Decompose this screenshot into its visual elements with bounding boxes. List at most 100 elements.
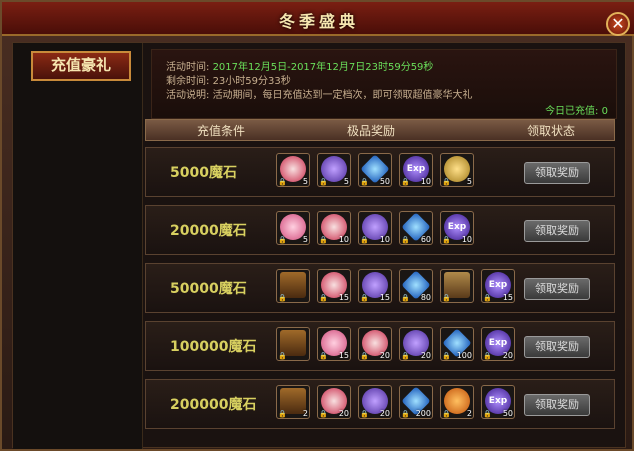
reward-item[interactable]: 🔒 50 (358, 153, 392, 187)
reward-item[interactable]: 🔒 10 (317, 211, 351, 245)
item-count: 20 (338, 409, 349, 418)
table-row: 50000魔石 🔒 🔒 15 🔒 15 🔒 80 🔒 Exp 🔒 15 领取奖励 (145, 263, 615, 313)
reward-item[interactable]: 🔒 200 (399, 385, 433, 419)
reward-item[interactable]: 🔒 20 (399, 327, 433, 361)
reward-item[interactable]: 🔒 20 (358, 385, 392, 419)
claim-reward-button[interactable]: 领取奖励 (524, 394, 590, 416)
item-count: 15 (502, 293, 513, 302)
lock-icon: 🔒 (278, 410, 287, 418)
lock-icon: 🔒 (319, 352, 328, 360)
lock-icon: 🔒 (319, 410, 328, 418)
lock-icon: 🔒 (360, 410, 369, 418)
today-recharged: 今日已充值: 0 (545, 106, 608, 117)
item-count: 10 (420, 177, 431, 186)
lock-icon: 🔒 (278, 352, 287, 360)
content-panel: 充值豪礼 活动时间: 2017年12月5日-2017年12月7日23时59分59… (12, 42, 627, 449)
lock-icon: 🔒 (401, 294, 410, 302)
item-count: 15 (338, 351, 349, 360)
reward-item[interactable]: Exp 🔒 10 (399, 153, 433, 187)
table-header: 充值条件 极品奖励 领取状态 (145, 119, 615, 141)
reward-item[interactable]: 🔒 5 (276, 211, 310, 245)
sidebar: 充值豪礼 (13, 43, 143, 449)
tab-recharge-gift[interactable]: 充值豪礼 (31, 51, 131, 81)
reward-item[interactable]: 🔒 15 (358, 269, 392, 303)
window-title: 冬季盛典 (278, 12, 359, 31)
reward-item[interactable]: 🔒 15 (317, 327, 351, 361)
item-count: 2 (302, 409, 308, 418)
recharge-condition: 20000魔石 (170, 223, 247, 239)
reward-item[interactable]: Exp 🔒 10 (440, 211, 474, 245)
item-count: 100 (456, 351, 472, 360)
claim-reward-button[interactable]: 领取奖励 (524, 278, 590, 300)
item-count: 80 (420, 293, 431, 302)
remaining-time: 剩余时间: 23小时59分33秒 (166, 76, 291, 87)
item-count: 15 (338, 293, 349, 302)
lock-icon: 🔒 (442, 410, 451, 418)
reward-item[interactable]: 🔒 100 (440, 327, 474, 361)
table-row: 5000魔石 🔒 5 🔒 5 🔒 50 Exp 🔒 10 🔒 5 领取奖励 (145, 147, 615, 197)
reward-item[interactable]: 🔒 15 (317, 269, 351, 303)
item-count: 50 (379, 177, 390, 186)
item-count: 20 (502, 351, 513, 360)
reward-item[interactable]: 🔒 2 (440, 385, 474, 419)
recharge-condition: 5000魔石 (170, 165, 237, 181)
lock-icon: 🔒 (319, 236, 328, 244)
lock-icon: 🔒 (442, 236, 451, 244)
recharge-condition: 200000魔石 (170, 397, 257, 413)
lock-icon: 🔒 (442, 178, 451, 186)
reward-item[interactable]: 🔒 (276, 269, 310, 303)
lock-icon: 🔒 (483, 410, 492, 418)
reward-item[interactable]: 🔒 5 (440, 153, 474, 187)
item-count: 15 (379, 293, 390, 302)
item-count: 2 (466, 409, 472, 418)
reward-item[interactable]: 🔒 2 (276, 385, 310, 419)
item-count: 20 (379, 409, 390, 418)
main-panel: 活动时间: 2017年12月5日-2017年12月7日23时59分59秒 剩余时… (145, 43, 627, 449)
lock-icon: 🔒 (319, 178, 328, 186)
item-count: 5 (466, 177, 472, 186)
reward-item[interactable]: 🔒 20 (358, 327, 392, 361)
claim-reward-button[interactable]: 领取奖励 (524, 162, 590, 184)
title-bar: 冬季盛典 ✕ (2, 2, 634, 36)
reward-item[interactable]: 🔒 80 (399, 269, 433, 303)
item-count: 50 (502, 409, 513, 418)
header-condition: 充值条件 (196, 124, 245, 138)
event-window: 冬季盛典 ✕ 充值豪礼 活动时间: 2017年12月5日-2017年12月7日2… (0, 0, 634, 451)
reward-item[interactable]: 🔒 (440, 269, 474, 303)
lock-icon: 🔒 (278, 178, 287, 186)
lock-icon: 🔒 (442, 352, 451, 360)
table-row: 200000魔石 🔒 2 🔒 20 🔒 20 🔒 200 🔒 2 Exp 🔒 50 领取奖励 (145, 379, 615, 429)
item-count: 20 (379, 351, 390, 360)
reward-item[interactable]: 🔒 60 (399, 211, 433, 245)
lock-icon: 🔒 (319, 294, 328, 302)
item-count: 60 (420, 235, 431, 244)
item-count: 10 (379, 235, 390, 244)
reward-item[interactable]: 🔒 5 (317, 153, 351, 187)
reward-item[interactable]: 🔒 (276, 327, 310, 361)
reward-item[interactable]: Exp 🔒 50 (481, 385, 515, 419)
table-row: 100000魔石 🔒 🔒 15 🔒 20 🔒 20 🔒 100 Exp 🔒 20 领取奖励 (145, 321, 615, 371)
claim-reward-button[interactable]: 领取奖励 (524, 336, 590, 358)
reward-item[interactable]: 🔒 10 (358, 211, 392, 245)
recharge-condition: 50000魔石 (170, 281, 247, 297)
event-info: 活动时间: 2017年12月5日-2017年12月7日23时59分59秒 剩余时… (151, 49, 617, 119)
lock-icon: 🔒 (401, 236, 410, 244)
header-status: 领取状态 (526, 124, 575, 138)
reward-item[interactable]: 🔒 20 (317, 385, 351, 419)
lock-icon: 🔒 (401, 410, 410, 418)
lock-icon: 🔒 (483, 294, 492, 302)
claim-reward-button[interactable]: 领取奖励 (524, 220, 590, 242)
item-count: 5 (302, 235, 308, 244)
lock-icon: 🔒 (278, 236, 287, 244)
lock-icon: 🔒 (401, 178, 410, 186)
table-row: 20000魔石 🔒 5 🔒 10 🔒 10 🔒 60 Exp 🔒 10 领取奖励 (145, 205, 615, 255)
reward-item[interactable]: 🔒 5 (276, 153, 310, 187)
header-rewards: 极品奖励 (346, 124, 395, 138)
lock-icon: 🔒 (442, 294, 451, 302)
lock-icon: 🔒 (483, 352, 492, 360)
close-button[interactable]: ✕ (606, 12, 630, 36)
reward-item[interactable]: Exp 🔒 15 (481, 269, 515, 303)
recharge-condition: 100000魔石 (170, 339, 257, 355)
lock-icon: 🔒 (360, 236, 369, 244)
reward-item[interactable]: Exp 🔒 20 (481, 327, 515, 361)
